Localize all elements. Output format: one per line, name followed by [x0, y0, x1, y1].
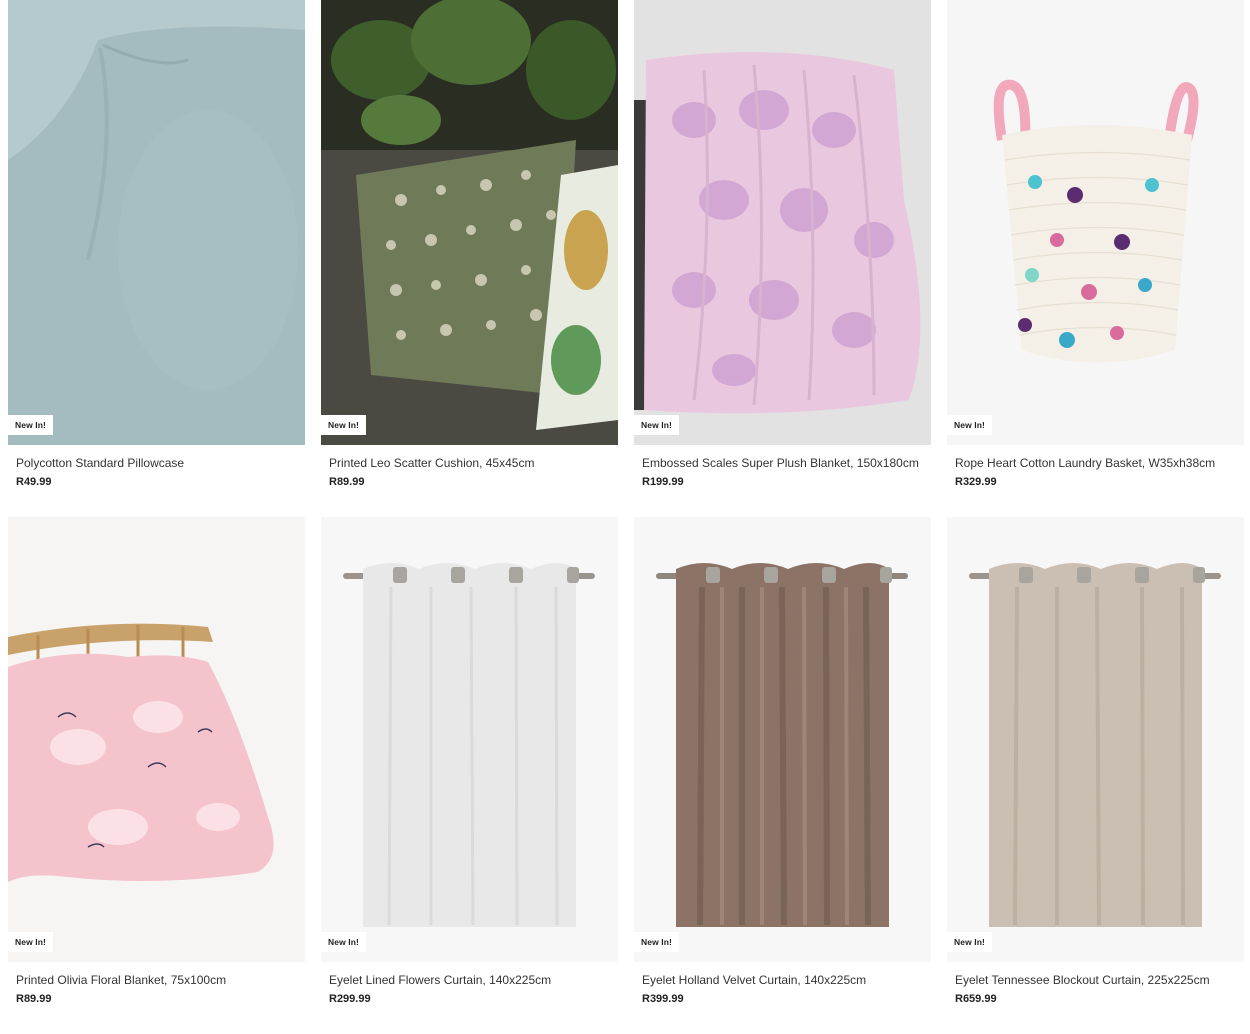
- product-image-plush-blanket[interactable]: New In!: [634, 0, 931, 445]
- laundry-basket-image: [947, 0, 1244, 445]
- product-image-pillowcase[interactable]: New In!: [8, 0, 305, 445]
- product-card[interactable]: New In! Rope Heart Cotton Laundry Basket…: [947, 0, 1244, 490]
- new-in-badge: New In!: [634, 415, 679, 435]
- blockout-curtain-image: [947, 517, 1244, 962]
- product-name[interactable]: Printed Leo Scatter Cushion, 45x45cm: [329, 455, 618, 471]
- product-price: R399.99: [642, 993, 684, 1005]
- lined-curtain-image: [321, 517, 618, 962]
- product-image-leo-cushion[interactable]: New In!: [321, 0, 618, 445]
- product-price: R89.99: [16, 993, 52, 1005]
- product-price: R199.99: [642, 476, 684, 488]
- product-name[interactable]: Eyelet Holland Velvet Curtain, 140x225cm: [642, 972, 931, 988]
- product-grid-row-2: New In! Printed Olivia Floral Blanket, 7…: [8, 517, 1244, 1007]
- product-price: R89.99: [329, 476, 365, 488]
- product-card[interactable]: New In! Eyelet Holland Velvet Curtain, 1…: [634, 517, 931, 1007]
- product-card[interactable]: New In! Eyelet Lined Flowers Curtain, 14…: [321, 517, 618, 1007]
- new-in-badge: New In!: [8, 932, 53, 952]
- product-card[interactable]: New In! Printed Leo Scatter Cushion, 45x…: [321, 0, 618, 490]
- product-name[interactable]: Eyelet Lined Flowers Curtain, 140x225cm: [329, 972, 618, 988]
- product-image-blockout-curtain[interactable]: New In!: [947, 517, 1244, 962]
- product-name[interactable]: Printed Olivia Floral Blanket, 75x100cm: [16, 972, 305, 988]
- product-card[interactable]: New In! Embossed Scales Super Plush Blan…: [634, 0, 931, 490]
- pillowcase-image: [8, 0, 305, 445]
- new-in-badge: New In!: [947, 932, 992, 952]
- plush-blanket-image: [634, 0, 931, 445]
- product-name[interactable]: Rope Heart Cotton Laundry Basket, W35xh3…: [955, 455, 1244, 471]
- product-name[interactable]: Embossed Scales Super Plush Blanket, 150…: [642, 455, 931, 471]
- product-image-floral-blanket[interactable]: New In!: [8, 517, 305, 962]
- product-name[interactable]: Polycotton Standard Pillowcase: [16, 455, 305, 471]
- product-name[interactable]: Eyelet Tennessee Blockout Curtain, 225x2…: [955, 972, 1244, 988]
- product-card[interactable]: New In! Polycotton Standard Pillowcase R…: [8, 0, 305, 490]
- product-card[interactable]: New In! Printed Olivia Floral Blanket, 7…: [8, 517, 305, 1007]
- new-in-badge: New In!: [8, 415, 53, 435]
- product-price: R299.99: [329, 993, 371, 1005]
- product-image-velvet-curtain[interactable]: New In!: [634, 517, 931, 962]
- velvet-curtain-image: [634, 517, 931, 962]
- leo-cushion-image: [321, 0, 618, 445]
- new-in-badge: New In!: [321, 932, 366, 952]
- floral-blanket-image: [8, 517, 305, 962]
- product-price: R329.99: [955, 476, 997, 488]
- new-in-badge: New In!: [634, 932, 679, 952]
- product-price: R49.99: [16, 476, 52, 488]
- new-in-badge: New In!: [321, 415, 366, 435]
- product-card[interactable]: New In! Eyelet Tennessee Blockout Curtai…: [947, 517, 1244, 1007]
- product-image-laundry-basket[interactable]: New In!: [947, 0, 1244, 445]
- product-image-lined-curtain[interactable]: New In!: [321, 517, 618, 962]
- product-price: R659.99: [955, 993, 997, 1005]
- new-in-badge: New In!: [947, 415, 992, 435]
- product-grid-row-1: New In! Polycotton Standard Pillowcase R…: [8, 0, 1244, 490]
